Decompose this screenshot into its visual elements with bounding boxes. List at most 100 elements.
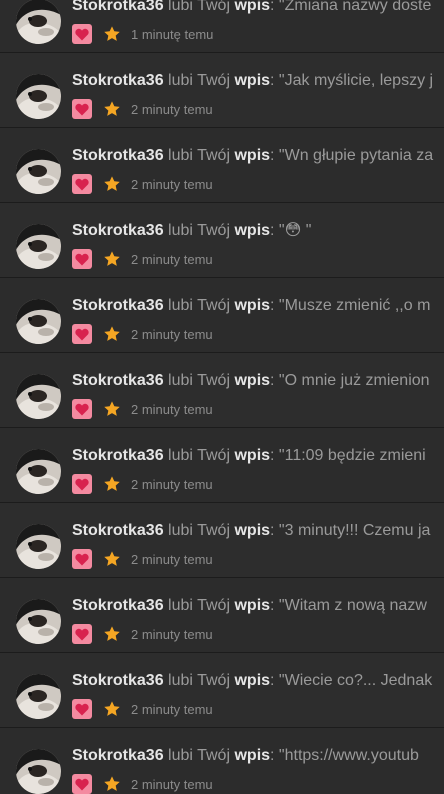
avatar[interactable]: [16, 599, 61, 644]
username-link[interactable]: Stokrotka36: [72, 522, 164, 539]
heart-icon: [72, 399, 92, 419]
timestamp: 2 minuty temu: [131, 701, 213, 717]
notification-item[interactable]: Stokrotka36 lubi Twój wpis: "Wn głupie p…: [0, 128, 444, 203]
post-link[interactable]: wpis: [234, 522, 270, 539]
post-excerpt: "Jak myślicie, lepszy j: [278, 72, 434, 89]
star-icon[interactable]: [103, 400, 121, 418]
username-link[interactable]: Stokrotka36: [72, 72, 164, 89]
star-icon[interactable]: [103, 325, 121, 343]
notification-text: Stokrotka36 lubi Twój wpis: "3 minuty!!!…: [72, 522, 431, 539]
post-excerpt: "Wiecie co?... Jednak: [278, 672, 433, 689]
heart-icon: [72, 99, 92, 119]
notification-item[interactable]: Stokrotka36 lubi Twój wpis: "Wiecie co?.…: [0, 653, 444, 728]
action-text: lubi Twój: [168, 447, 231, 464]
notification-item[interactable]: Stokrotka36 lubi Twój wpis: "11:09 będzi…: [0, 428, 444, 503]
avatar[interactable]: [16, 449, 61, 494]
notification-text: Stokrotka36 lubi Twój wpis: "Musze zmien…: [72, 297, 431, 314]
notification-item[interactable]: Stokrotka36 lubi Twój wpis: "Witam z now…: [0, 578, 444, 653]
post-link[interactable]: wpis: [234, 447, 270, 464]
notification-item[interactable]: Stokrotka36 lubi Twój wpis: "😳 " 2 minut…: [0, 203, 444, 278]
username-link[interactable]: Stokrotka36: [72, 597, 164, 614]
username-link[interactable]: Stokrotka36: [72, 447, 164, 464]
post-link[interactable]: wpis: [234, 672, 270, 689]
heart-icon: [72, 249, 92, 269]
notification-text: Stokrotka36 lubi Twój wpis: "Wiecie co?.…: [72, 672, 433, 689]
notification-meta: 2 minuty temu: [72, 399, 213, 419]
post-link[interactable]: wpis: [234, 372, 270, 389]
post-link[interactable]: wpis: [234, 147, 270, 164]
star-icon[interactable]: [103, 625, 121, 643]
star-icon[interactable]: [103, 175, 121, 193]
post-link[interactable]: wpis: [234, 747, 270, 764]
avatar[interactable]: [16, 299, 61, 344]
notification-list: Stokrotka36 lubi Twój wpis: "Zmiana nazw…: [0, 0, 444, 794]
action-text: lubi Twój: [168, 597, 231, 614]
avatar[interactable]: [16, 674, 61, 719]
username-link[interactable]: Stokrotka36: [72, 297, 164, 314]
post-excerpt: "O mnie już zmienion: [278, 372, 430, 389]
notification-meta: 2 minuty temu: [72, 99, 213, 119]
heart-icon: [72, 174, 92, 194]
username-link[interactable]: Stokrotka36: [72, 147, 164, 164]
star-icon[interactable]: [103, 700, 121, 718]
notification-feed: Stokrotka36 lubi Twój wpis: "Zmiana nazw…: [0, 0, 444, 794]
timestamp: 2 minuty temu: [131, 101, 213, 117]
post-link[interactable]: wpis: [234, 222, 270, 239]
avatar[interactable]: [16, 224, 61, 269]
action-text: lubi Twój: [168, 0, 231, 14]
star-icon[interactable]: [103, 475, 121, 493]
notification-item[interactable]: Stokrotka36 lubi Twój wpis: "Musze zmien…: [0, 278, 444, 353]
username-link[interactable]: Stokrotka36: [72, 222, 164, 239]
username-link[interactable]: Stokrotka36: [72, 747, 164, 764]
star-icon[interactable]: [103, 550, 121, 568]
notification-item[interactable]: Stokrotka36 lubi Twój wpis: "https://www…: [0, 728, 444, 794]
notification-text: Stokrotka36 lubi Twój wpis: "11:09 będzi…: [72, 447, 426, 464]
action-text: lubi Twój: [168, 147, 231, 164]
star-icon[interactable]: [103, 25, 121, 43]
post-excerpt: "😳 ": [278, 222, 312, 239]
star-icon[interactable]: [103, 100, 121, 118]
heart-icon: [72, 24, 92, 44]
notification-item[interactable]: Stokrotka36 lubi Twój wpis: "Zmiana nazw…: [0, 0, 444, 53]
username-link[interactable]: Stokrotka36: [72, 372, 164, 389]
username-link[interactable]: Stokrotka36: [72, 672, 164, 689]
notification-text: Stokrotka36 lubi Twój wpis: "Zmiana nazw…: [72, 0, 444, 16]
notification-text: Stokrotka36 lubi Twój wpis: "Wn głupie p…: [72, 147, 434, 164]
notification-item[interactable]: Stokrotka36 lubi Twój wpis: "O mnie już …: [0, 353, 444, 428]
avatar[interactable]: [16, 74, 61, 119]
avatar[interactable]: [16, 149, 61, 194]
timestamp: 2 minuty temu: [131, 626, 213, 642]
timestamp: 2 minuty temu: [131, 776, 213, 792]
avatar[interactable]: [16, 0, 61, 44]
notification-meta: 2 minuty temu: [72, 474, 213, 494]
timestamp: 2 minuty temu: [131, 176, 213, 192]
avatar[interactable]: [16, 374, 61, 419]
star-icon[interactable]: [103, 775, 121, 793]
heart-icon: [72, 699, 92, 719]
timestamp: 2 minuty temu: [131, 326, 213, 342]
post-link[interactable]: wpis: [234, 597, 270, 614]
post-excerpt: "https://www.youtub: [278, 747, 419, 764]
post-excerpt: "3 minuty!!! Czemu ja: [278, 522, 431, 539]
post-link[interactable]: wpis: [234, 0, 270, 14]
action-text: lubi Twój: [168, 522, 231, 539]
notification-text: Stokrotka36 lubi Twój wpis: "😳 ": [72, 222, 312, 239]
notification-meta: 2 minuty temu: [72, 549, 213, 569]
post-excerpt: "Zmiana nazwy doste: [278, 0, 432, 14]
heart-icon: [72, 624, 92, 644]
star-icon[interactable]: [103, 250, 121, 268]
timestamp: 2 minuty temu: [131, 476, 213, 492]
avatar[interactable]: [16, 524, 61, 569]
notification-item[interactable]: Stokrotka36 lubi Twój wpis: "Jak myślici…: [0, 53, 444, 128]
avatar[interactable]: [16, 749, 61, 794]
post-link[interactable]: wpis: [234, 297, 270, 314]
notification-meta: 2 minuty temu: [72, 699, 213, 719]
action-text: lubi Twój: [168, 297, 231, 314]
username-link[interactable]: Stokrotka36: [72, 0, 164, 14]
action-text: lubi Twój: [168, 672, 231, 689]
timestamp: 2 minuty temu: [131, 551, 213, 567]
notification-meta: 2 minuty temu: [72, 624, 213, 644]
timestamp: 2 minuty temu: [131, 251, 213, 267]
post-link[interactable]: wpis: [234, 72, 270, 89]
notification-item[interactable]: Stokrotka36 lubi Twój wpis: "3 minuty!!!…: [0, 503, 444, 578]
